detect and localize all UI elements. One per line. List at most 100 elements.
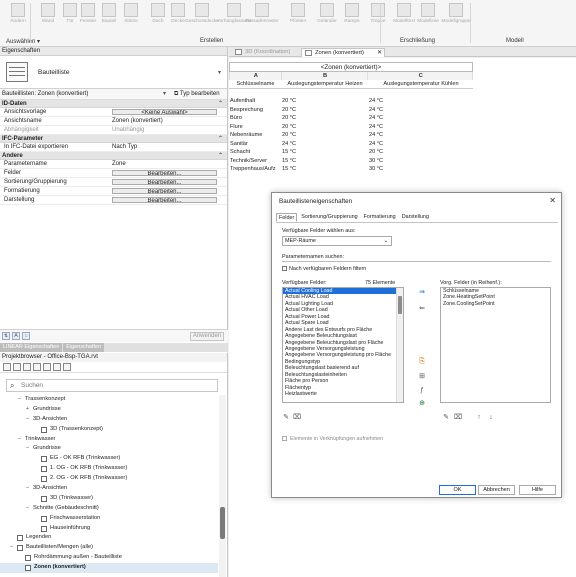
scrollbar-thumb[interactable] [220,507,225,539]
collapse-icon[interactable]: ⌃ [218,152,223,160]
param-search-input[interactable] [282,261,551,262]
include-links-checkbox[interactable] [282,436,287,441]
search-input[interactable] [21,382,211,389]
delete-parameter-icon[interactable]: ⌧ [293,414,301,422]
ribbon-button[interactable]: Rampe [340,3,364,31]
sort-icon[interactable]: ⇅ [2,332,10,340]
table-cell[interactable]: Flure [229,123,281,132]
column-letter[interactable]: A [230,72,282,80]
table-cell[interactable]: 20 °C [281,123,368,132]
section-icon[interactable] [43,363,51,371]
tab-felder[interactable]: Felder [276,213,298,222]
table-row[interactable]: Flure 20 °C 24 °C [229,123,473,132]
add-parameter-icon[interactable]: ⎘ [418,358,426,366]
table-row[interactable]: Technik/Server 15 °C 30 °C [229,157,473,166]
table-cell[interactable]: 20 °C [281,114,368,123]
remove-field-icon[interactable]: ⇐ [418,305,426,313]
tree-item[interactable]: Zonen (konvertiert) [0,563,218,574]
tree-item[interactable]: Frischwasserstation [0,514,218,524]
tree-item[interactable]: Hauseinführung [0,524,218,534]
ribbon-button[interactable]: Geländer [315,3,339,31]
cancel-button[interactable]: Abbrechen [478,485,515,495]
category-dropdown[interactable]: MEP-Räume ⌄ [282,236,392,246]
table-cell[interactable]: 24 °C [368,97,473,106]
tree-item[interactable]: + Grundrisse [0,405,218,415]
help-button[interactable]: Hilfe [519,485,556,495]
ribbon-group-label[interactable]: Auswählen ▾ [6,38,40,45]
column-letter[interactable]: B [282,72,369,80]
table-cell[interactable]: 30 °C [368,157,473,166]
tree-toggle-icon[interactable]: − [24,484,31,494]
move-down-icon[interactable]: ↓ [487,414,495,422]
list-item[interactable]: Angegebene Versorgungsleistung pro Fläch… [283,352,397,358]
header-cell[interactable]: Schlüsselname [229,80,281,88]
tree-item[interactable]: 2. OG - OK RFB (Trinkwasser) [0,474,218,484]
sheet-icon[interactable] [23,363,31,371]
view-icon[interactable] [13,363,21,371]
ribbon-button[interactable]: Modellinie [416,3,440,31]
move-up-icon[interactable]: ↑ [475,414,483,422]
ribbon-button[interactable]: Decke [166,3,190,31]
table-cell[interactable]: Technik/Server [229,157,281,166]
ribbon-button[interactable]: Pfosten [286,3,310,31]
property-value[interactable]: Nach Typ [110,143,227,151]
ribbon-button[interactable]: Ändern [6,3,30,31]
property-edit-button[interactable]: Bearbeiten... [112,170,217,176]
property-section[interactable]: ID-Daten ⌃ [0,100,227,108]
include-links[interactable]: Elemente in Verknüpfungen aufnehmen [282,436,383,442]
header-cell[interactable]: Auslegungstemperatur Kühlen [368,80,473,88]
tab-formatierung[interactable]: Formatierung [362,213,398,222]
filter-checkbox[interactable] [282,266,287,271]
edit-field-icon[interactable]: ✎ [442,414,450,422]
ribbon-button[interactable]: Vorhangfassade [217,3,251,31]
table-cell[interactable]: Schacht [229,148,281,157]
apply-button[interactable]: Anwenden [190,332,224,341]
ok-button[interactable]: OK [439,485,476,495]
property-section[interactable]: Andere ⌃ [0,152,227,160]
table-cell[interactable]: 24 °C [368,106,473,115]
property-edit-button[interactable]: Bearbeiten... [112,188,217,194]
property-edit-button[interactable]: Bearbeiten... [112,197,217,203]
browser-search[interactable]: ⌕ [6,379,218,392]
collapse-icon[interactable]: ⌃ [218,100,223,108]
table-cell[interactable]: Nebenräume [229,131,281,140]
tree-toggle-icon[interactable]: − [24,444,31,454]
tree-item[interactable]: − Bauteillisten/Mengen (alle) [0,543,218,553]
table-cell[interactable]: Sanitär [229,140,281,149]
formula-icon[interactable]: ƒ [418,387,426,395]
tab-3d-koordination[interactable]: 3D (Koordination) [232,48,298,57]
tree-toggle-icon[interactable]: − [24,504,31,514]
table-cell[interactable]: 30 °C [368,165,473,174]
sort-alpha-icon[interactable]: A [12,332,20,340]
table-row[interactable]: Treppenhaus/Aufz 15 °C 30 °C [229,165,473,174]
ribbon-button[interactable]: Modellgruppe [441,3,471,31]
edit-type-button[interactable]: ⧉ Typ bearbeiten [174,89,220,100]
tree-item[interactable]: −3D-Ansichten [0,415,218,425]
collapse-icon[interactable]: ⌃ [218,135,223,143]
delete-field-icon[interactable]: ⌧ [454,414,462,422]
sort-order-icon[interactable]: ↕ [22,332,30,340]
tree-item[interactable]: − Trassenkonzept [0,395,218,405]
tab-sortierung[interactable]: Sortierung/Gruppierung [299,213,359,222]
scheduled-fields-list[interactable]: Schlüsselname Zone.HeatingSetPoint Zone.Co… [440,287,551,403]
tree-toggle-icon[interactable]: − [8,543,15,553]
tab-linear-properties[interactable]: LINEAR Eigenschaften [0,343,63,352]
property-value[interactable]: Zonen (konvertiert) [110,117,227,125]
table-cell[interactable]: 20 °C [281,131,368,140]
table-cell[interactable]: 24 °C [368,123,473,132]
table-row[interactable]: Besprechung 20 °C 24 °C [229,106,473,115]
add-field-icon[interactable]: ⇛ [418,289,426,297]
list-scrollbar[interactable] [396,288,403,402]
list-item[interactable]: Angegebene Beleuchtungslast pro Fläche [283,340,397,346]
ribbon-button[interactable]: Wand [36,3,60,31]
table-cell[interactable]: 20 °C [368,148,473,157]
table-cell[interactable]: 20 °C [281,97,368,106]
scrollbar-thumb[interactable] [398,296,402,314]
ribbon-button[interactable]: Geschossdecke [185,3,219,31]
tab-zonen-schedule[interactable]: Zonen (konvertiert) ✕ [301,48,385,57]
chevron-down-icon[interactable]: ▾ [163,89,166,100]
table-cell[interactable]: Büro [229,114,281,123]
tree-item[interactable]: −3D-Ansichten [0,484,218,494]
home-icon[interactable] [3,363,11,371]
tree-item[interactable]: − Grundrisse [0,444,218,454]
